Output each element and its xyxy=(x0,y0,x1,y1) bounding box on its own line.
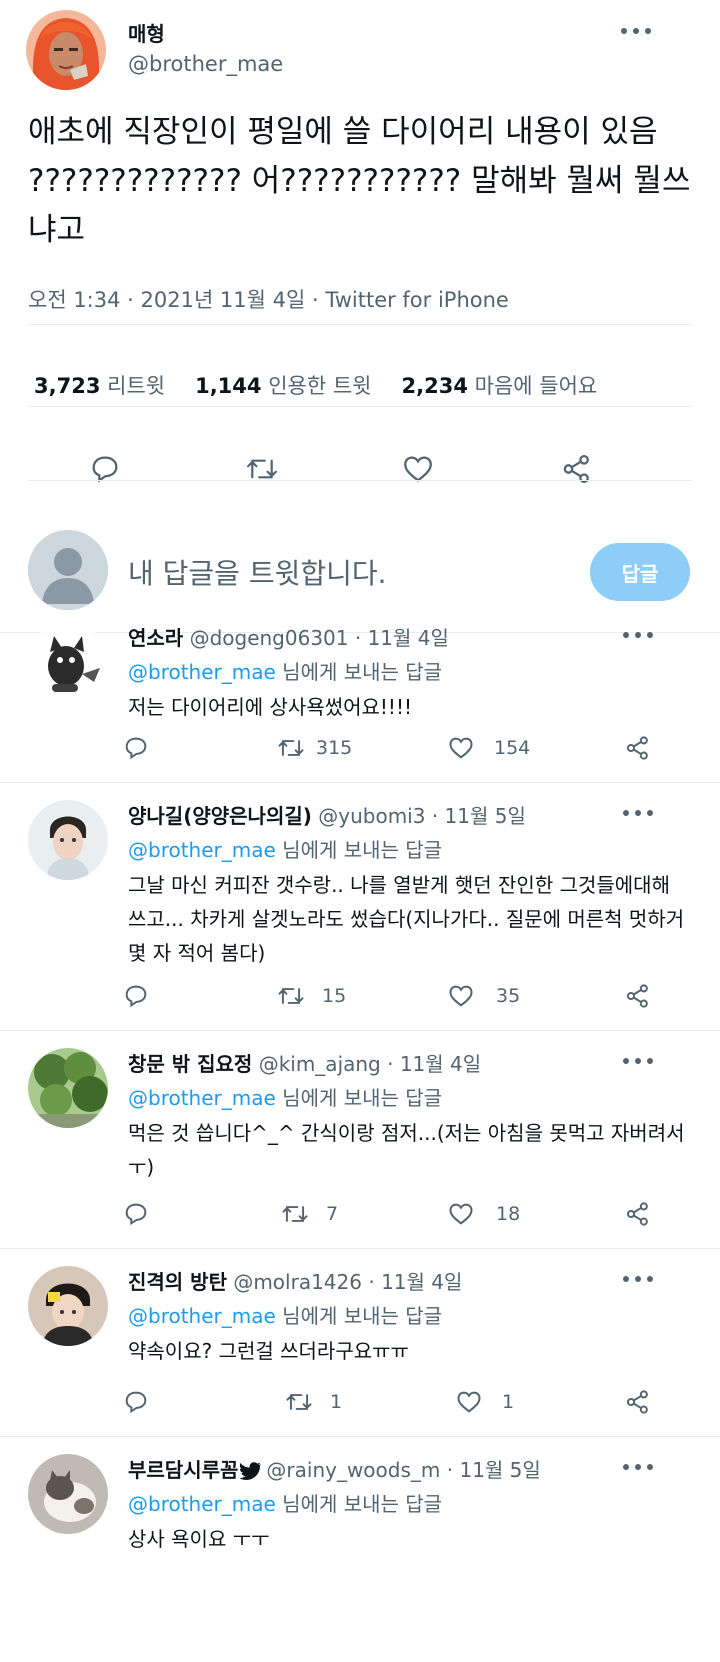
reply-actions: 7 18 xyxy=(0,1200,720,1230)
mention-link[interactable]: @brother_mae xyxy=(128,838,276,862)
reply-header: 부르담시루꼼 @rainy_woods_m · 11월 5일 xyxy=(128,1454,541,1485)
reply-icon[interactable] xyxy=(122,1388,150,1416)
reply-header: 연소라 @dogeng06301 · 11월 4일 xyxy=(128,626,449,650)
more-options-icon[interactable] xyxy=(620,1274,656,1284)
reply-actions: 1 1 xyxy=(0,1388,720,1418)
reply-date[interactable]: 11월 5일 xyxy=(445,804,526,828)
retweet-stat[interactable]: 3,723 리트윗 xyxy=(34,370,165,400)
replying-to: @brother_mae 님에게 보내는 답글 xyxy=(128,1492,443,1516)
quote-stat[interactable]: 1,144 인용한 트윗 xyxy=(195,370,371,400)
share-icon[interactable] xyxy=(624,1200,652,1228)
replying-to: @brother_mae 님에게 보내는 답글 xyxy=(128,1086,443,1110)
replying-to: @brother_mae 님에게 보내는 답글 xyxy=(128,660,443,684)
share-icon[interactable] xyxy=(624,734,652,762)
like-icon[interactable] xyxy=(446,1200,476,1228)
reply-button[interactable]: 답글 xyxy=(590,543,690,601)
reply-item[interactable]: 창문 밖 집요정 @kim_ajang · 11월 4일 @brother_ma… xyxy=(0,1030,720,1249)
retweet-icon[interactable] xyxy=(276,734,306,762)
author-avatar[interactable] xyxy=(26,10,106,90)
reply-author-name[interactable]: 연소라 xyxy=(128,626,183,650)
reply-item[interactable]: 양나길(양양은나의길) @yubomi3 · 11월 5일 @brother_m… xyxy=(0,782,720,1031)
retweet-count: 1 xyxy=(330,1391,343,1413)
reply-avatar[interactable] xyxy=(28,1266,108,1346)
reply-header: 진격의 방탄 @molra1426 · 11월 4일 xyxy=(128,1270,463,1294)
mention-link[interactable]: @brother_mae xyxy=(128,1492,276,1516)
replying-to: @brother_mae 님에게 보내는 답글 xyxy=(128,838,443,862)
reply-avatar[interactable] xyxy=(28,1454,108,1534)
replying-to: @brother_mae 님에게 보내는 답글 xyxy=(128,1304,443,1328)
reply-date[interactable]: 11월 5일 xyxy=(459,1458,540,1482)
reply-author-name[interactable]: 창문 밖 집요정 xyxy=(128,1052,252,1076)
retweet-icon[interactable] xyxy=(276,982,306,1010)
reply-author-handle[interactable]: @rainy_woods_m xyxy=(266,1458,440,1482)
mention-link[interactable]: @brother_mae xyxy=(128,1304,276,1328)
tweet-actions xyxy=(0,452,720,492)
reply-avatar[interactable] xyxy=(28,622,108,702)
like-icon[interactable] xyxy=(454,1388,484,1416)
reply-text: 그날 마신 커피잔 갯수랑.. 나를 열받게 햇던 잔인한 그것들에대해 쓰고.… xyxy=(128,873,685,965)
reply-date[interactable]: 11월 4일 xyxy=(368,626,449,650)
tweet-stats: 3,723 리트윗 1,144 인용한 트윗 2,234 마음에 들어요 xyxy=(34,370,597,400)
author-handle[interactable]: @brother_mae xyxy=(128,52,283,76)
tweet-text: 애초에 직장인이 평일에 쓸 다이어리 내용이 있음 ?????????????… xyxy=(28,114,691,248)
like-count: 35 xyxy=(496,985,521,1007)
reply-avatar[interactable] xyxy=(28,800,108,880)
share-icon[interactable] xyxy=(624,982,652,1010)
more-options-icon[interactable] xyxy=(620,1056,656,1066)
my-avatar xyxy=(28,530,108,610)
share-icon[interactable] xyxy=(624,1388,652,1416)
more-options-icon[interactable] xyxy=(620,808,656,818)
reply-text: 저는 다이어리에 상사욕썼어요!!!! xyxy=(128,695,412,719)
reply-actions: 315 154 xyxy=(0,734,720,764)
reply-item[interactable]: 연소라 @dogeng06301 · 11월 4일 @brother_mae 님… xyxy=(0,604,720,783)
author-name[interactable]: 매형 xyxy=(128,18,165,47)
verified-bird-icon xyxy=(239,1461,262,1485)
main-tweet: 매형 @brother_mae 애초에 직장인이 평일에 쓸 다이어리 내용이 … xyxy=(0,0,720,630)
reply-author-name[interactable]: 진격의 방탄 xyxy=(128,1270,227,1294)
mention-link[interactable]: @brother_mae xyxy=(128,660,276,684)
like-count: 18 xyxy=(496,1203,521,1225)
reply-author-handle[interactable]: @yubomi3 xyxy=(318,804,425,828)
reply-avatar[interactable] xyxy=(28,1048,108,1128)
retweet-count: 315 xyxy=(316,737,353,759)
reply-author-name[interactable]: 양나길(양양은나의길) xyxy=(128,804,312,828)
reply-icon[interactable] xyxy=(122,1200,150,1228)
reply-text: 먹은 것 씁니다^_^ 간식이랑 점저...(저는 아침을 못먹고 자버려서ㅜ) xyxy=(128,1121,685,1179)
more-options-icon[interactable] xyxy=(618,26,654,36)
reply-author-handle[interactable]: @dogeng06301 xyxy=(190,626,349,650)
like-icon[interactable] xyxy=(446,734,476,762)
reply-composer-input[interactable]: 내 답글을 트윗합니다. xyxy=(128,552,387,592)
reply-text: 상사 욕이요 ㅜㅜ xyxy=(128,1527,270,1551)
reply-actions: 15 35 xyxy=(0,982,720,1012)
like-count: 154 xyxy=(494,737,531,759)
reply-item[interactable]: 부르담시루꼼 @rainy_woods_m · 11월 5일 @brother_m… xyxy=(0,1436,720,1662)
reply-icon[interactable] xyxy=(122,982,150,1010)
mention-link[interactable]: @brother_mae xyxy=(128,1086,276,1110)
reply-author-name[interactable]: 부르담시루꼼 xyxy=(128,1458,238,1482)
divider xyxy=(28,324,692,325)
reply-header: 창문 밖 집요정 @kim_ajang · 11월 4일 xyxy=(128,1052,482,1076)
retweet-icon[interactable] xyxy=(280,1200,310,1228)
like-stat[interactable]: 2,234 마음에 들어요 xyxy=(402,370,598,400)
reply-author-handle[interactable]: @kim_ajang xyxy=(259,1052,381,1076)
more-options-icon[interactable] xyxy=(620,1462,656,1472)
reply-text: 약속이요? 그런걸 쓰더라구요ㅠㅠ xyxy=(128,1339,409,1363)
like-count: 1 xyxy=(502,1391,515,1413)
reply-icon[interactable] xyxy=(122,734,150,762)
divider xyxy=(28,406,692,407)
like-icon[interactable] xyxy=(446,982,476,1010)
retweet-count: 7 xyxy=(326,1203,339,1225)
reply-author-handle[interactable]: @molra1426 xyxy=(233,1270,362,1294)
divider xyxy=(28,480,692,481)
more-options-icon[interactable] xyxy=(620,630,656,640)
reply-date[interactable]: 11월 4일 xyxy=(400,1052,481,1076)
reply-item[interactable]: 진격의 방탄 @molra1426 · 11월 4일 @brother_mae … xyxy=(0,1248,720,1437)
retweet-icon[interactable] xyxy=(284,1388,314,1416)
tweet-meta: 오전 1:34 · 2021년 11월 4일 · Twitter for iPh… xyxy=(28,288,509,312)
retweet-count: 15 xyxy=(322,985,347,1007)
reply-header: 양나길(양양은나의길) @yubomi3 · 11월 5일 xyxy=(128,804,526,828)
reply-date[interactable]: 11월 4일 xyxy=(381,1270,462,1294)
